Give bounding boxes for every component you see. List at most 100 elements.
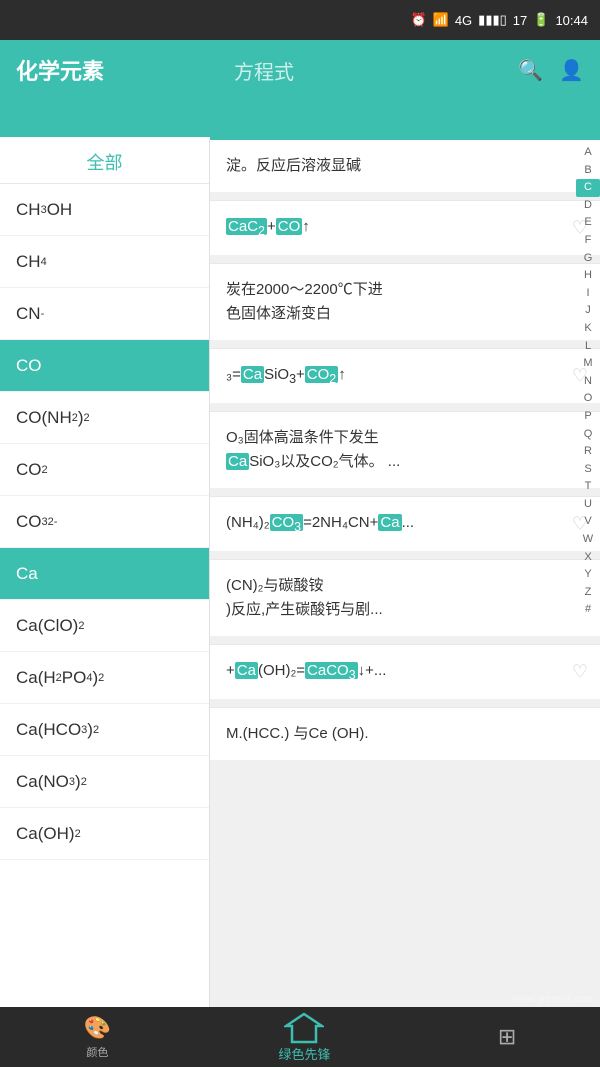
sidebar: 全部 CH3OH CH4 CN- CO CO(NH2)2 CO2 CO32- C… bbox=[0, 140, 210, 1007]
sidebar-item-ca-h2po4-2[interactable]: Ca(H2PO4)2 bbox=[0, 652, 209, 704]
highlight-ca-oh-2: Ca bbox=[235, 662, 258, 679]
highlight-co2-card4: CO2 bbox=[305, 366, 338, 383]
alpha-P[interactable]: P bbox=[576, 408, 600, 426]
user-icon[interactable]: 👤 bbox=[559, 58, 584, 83]
card-6-text: (NH₄)₂CO3=2NH₄CN+Ca... bbox=[226, 511, 584, 537]
alpha-U[interactable]: U bbox=[576, 496, 600, 514]
content-card-7[interactable]: (CN)₂与碳酸铵)反应,产生碳酸钙与剧... bbox=[210, 560, 600, 636]
alpha-M[interactable]: M bbox=[576, 355, 600, 373]
tab-bar bbox=[0, 100, 600, 140]
highlight-co: CO bbox=[276, 218, 303, 235]
alpha-B[interactable]: B bbox=[576, 162, 600, 180]
sidebar-item-ca-oh-2[interactable]: Ca(OH)2 bbox=[0, 808, 209, 860]
sidebar-item-co[interactable]: CO bbox=[0, 340, 209, 392]
sidebar-item-ca-clo-2[interactable]: Ca(ClO)2 bbox=[0, 600, 209, 652]
sidebar-item-co2[interactable]: CO2 bbox=[0, 444, 209, 496]
card-7-text: (CN)₂与碳酸铵)反应,产生碳酸钙与剧... bbox=[226, 574, 584, 622]
bottom-nav: 🎨 颜色 绿色先锋 ⊞ www.greenxf.com bbox=[0, 1007, 600, 1067]
alpha-X[interactable]: X bbox=[576, 549, 600, 567]
alpha-E[interactable]: E bbox=[576, 214, 600, 232]
alpha-K[interactable]: K bbox=[576, 320, 600, 338]
status-icons: ⏰ 📶 4G ▮▮▮▯ 17 🔋 10:44 bbox=[410, 12, 588, 28]
heart-icon-8[interactable]: ♡ bbox=[572, 662, 588, 683]
content-card-2[interactable]: CaC2+CO↑ ♡ bbox=[210, 201, 600, 255]
alpha-hash[interactable]: # bbox=[576, 601, 600, 619]
battery-icon: 🔋 bbox=[533, 12, 549, 28]
content-card-5[interactable]: O₃固体高温条件下发生CaSiO₃以及CO₂气体。 ... bbox=[210, 412, 600, 488]
content-area: 淀。反应后溶液显碱 CaC2+CO↑ ♡ 炭在2000～2200℃下进色固体逐渐… bbox=[210, 140, 600, 1007]
highlight-co3: CO3 bbox=[270, 514, 303, 531]
highlight-caco3: CaCO3 bbox=[305, 662, 358, 679]
content-card-8[interactable]: +Ca(OH)₂=CaCO3↓+... ♡ bbox=[210, 645, 600, 699]
content-card-9[interactable]: M.(HCC.) 与Ce (OH). bbox=[210, 708, 600, 760]
sidebar-item-co-nh2-2[interactable]: CO(NH2)2 bbox=[0, 392, 209, 444]
alpha-N[interactable]: N bbox=[576, 373, 600, 391]
alpha-D[interactable]: D bbox=[576, 197, 600, 215]
content-card-4[interactable]: ₃=CaSiO3+CO2↑ ♡ bbox=[210, 349, 600, 403]
card-4-text: ₃=CaSiO3+CO2↑ bbox=[226, 363, 584, 389]
sidebar-header[interactable]: 全部 bbox=[0, 140, 209, 184]
alpha-A[interactable]: A bbox=[576, 144, 600, 162]
status-bar: ⏰ 📶 4G ▮▮▮▯ 17 🔋 10:44 bbox=[0, 0, 600, 40]
battery-level: 17 bbox=[513, 13, 527, 28]
card-3-text: 炭在2000～2200℃下进色固体逐渐变白 bbox=[226, 278, 584, 326]
tab-right[interactable] bbox=[210, 100, 600, 140]
home-logo-icon bbox=[284, 1012, 324, 1044]
card-8-text: +Ca(OH)₂=CaCO3↓+... bbox=[226, 659, 584, 685]
signal-bars: ▮▮▮▯ bbox=[478, 12, 507, 28]
top-nav: 化学元素 方程式 🔍 👤 bbox=[0, 40, 600, 100]
card-2-text: CaC2+CO↑ bbox=[226, 215, 584, 241]
sidebar-item-ca[interactable]: Ca bbox=[0, 548, 209, 600]
alpha-index: A B C D E F G H I J K L M N O P Q R S T … bbox=[576, 140, 600, 623]
sidebar-item-ch3oh[interactable]: CH3OH bbox=[0, 184, 209, 236]
alpha-S[interactable]: S bbox=[576, 461, 600, 479]
alpha-L[interactable]: L bbox=[576, 338, 600, 356]
alpha-F[interactable]: F bbox=[576, 232, 600, 250]
nav-icons: 🔍 👤 bbox=[518, 58, 584, 83]
highlight-cac2: CaC2 bbox=[226, 218, 267, 235]
sidebar-item-ca-no3-2[interactable]: Ca(NO3)2 bbox=[0, 756, 209, 808]
alpha-Y[interactable]: Y bbox=[576, 566, 600, 584]
bottom-nav-grid[interactable]: ⊞ bbox=[498, 1024, 516, 1050]
bottom-nav-colors[interactable]: 🎨 颜色 bbox=[84, 1015, 111, 1060]
content-card-3[interactable]: 炭在2000～2200℃下进色固体逐渐变白 bbox=[210, 264, 600, 340]
logo-text: 绿色先锋 bbox=[278, 1044, 330, 1063]
sidebar-item-ca-hco3-2[interactable]: Ca(HCO3)2 bbox=[0, 704, 209, 756]
bottom-nav-home[interactable]: 绿色先锋 bbox=[278, 1012, 330, 1063]
tab-left[interactable] bbox=[0, 100, 210, 140]
highlight-casio3: Ca bbox=[241, 366, 264, 383]
grid-icon: ⊞ bbox=[498, 1024, 516, 1050]
alpha-C[interactable]: C bbox=[576, 179, 600, 197]
alpha-J[interactable]: J bbox=[576, 302, 600, 320]
card-5-text: O₃固体高温条件下发生CaSiO₃以及CO₂气体。 ... bbox=[226, 426, 584, 474]
colors-label: 颜色 bbox=[86, 1044, 108, 1060]
nav-title-left: 化学元素 bbox=[16, 54, 226, 86]
sidebar-item-ch4[interactable]: CH4 bbox=[0, 236, 209, 288]
highlight-casio3-2: Ca bbox=[226, 453, 249, 470]
alpha-V[interactable]: V bbox=[576, 513, 600, 531]
alpha-I[interactable]: I bbox=[576, 285, 600, 303]
card-9-text: M.(HCC.) 与Ce (OH). bbox=[226, 722, 584, 746]
alpha-G[interactable]: G bbox=[576, 250, 600, 268]
highlight-ca-card6: Ca bbox=[378, 514, 401, 531]
colors-icon: 🎨 bbox=[84, 1015, 111, 1041]
sidebar-item-cn-[interactable]: CN- bbox=[0, 288, 209, 340]
alpha-T[interactable]: T bbox=[576, 478, 600, 496]
alpha-O[interactable]: O bbox=[576, 390, 600, 408]
sidebar-item-co32-[interactable]: CO32- bbox=[0, 496, 209, 548]
alpha-Q[interactable]: Q bbox=[576, 426, 600, 444]
watermark: www.greenxf.com bbox=[513, 994, 592, 1005]
main-layout: 全部 CH3OH CH4 CN- CO CO(NH2)2 CO2 CO32- C… bbox=[0, 140, 600, 1007]
content-card-1[interactable]: 淀。反应后溶液显碱 bbox=[210, 140, 600, 192]
alpha-R[interactable]: R bbox=[576, 443, 600, 461]
alpha-Z[interactable]: Z bbox=[576, 584, 600, 602]
time-display: 10:44 bbox=[555, 13, 588, 28]
search-icon[interactable]: 🔍 bbox=[518, 58, 543, 83]
wifi-icon: 📶 bbox=[433, 12, 449, 28]
content-card-6[interactable]: (NH₄)₂CO3=2NH₄CN+Ca... ♡ bbox=[210, 497, 600, 551]
card-1-text: 淀。反应后溶液显碱 bbox=[226, 154, 584, 178]
alpha-W[interactable]: W bbox=[576, 531, 600, 549]
nav-title-right: 方程式 bbox=[234, 56, 518, 85]
signal-4g: 4G bbox=[455, 13, 472, 28]
alpha-H[interactable]: H bbox=[576, 267, 600, 285]
